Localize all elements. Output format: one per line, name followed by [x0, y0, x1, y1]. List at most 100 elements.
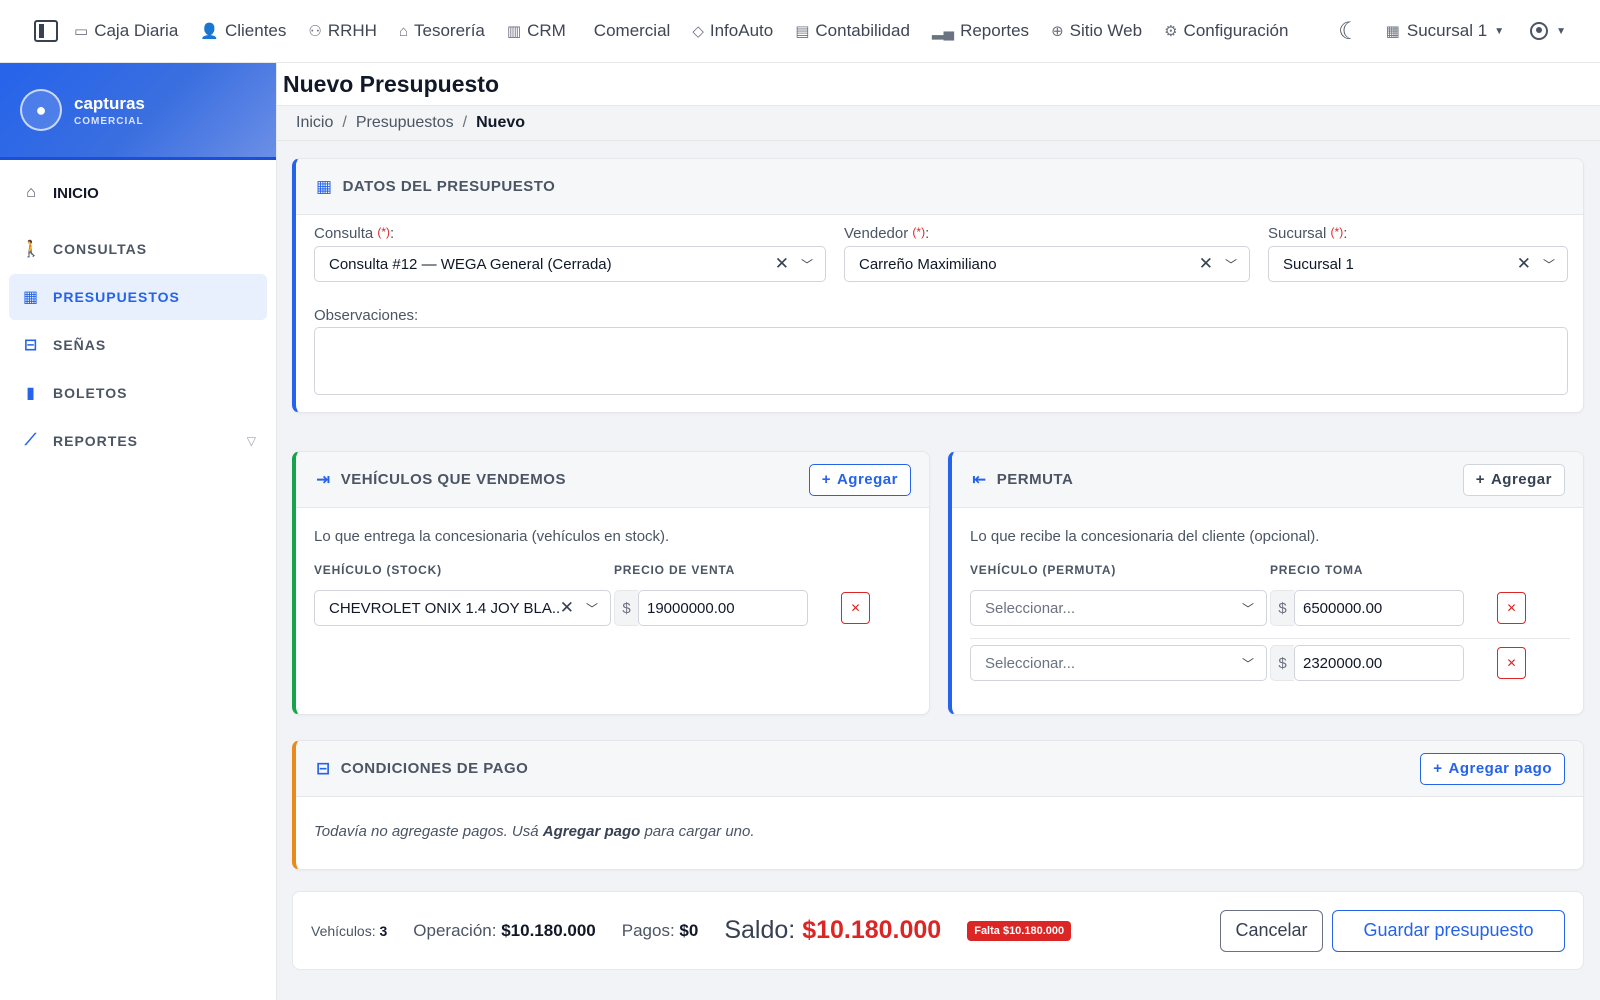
calculator-icon: ▦: [316, 176, 333, 196]
avatar-icon: ●: [20, 89, 62, 131]
clear-icon[interactable]: ✕: [775, 254, 789, 274]
nav-rrhh[interactable]: ⚇ RRHH: [308, 21, 377, 41]
breadcrumb-current: Nuevo: [476, 114, 526, 131]
vendemos-hint: Lo que entrega la concesionaria (vehícul…: [314, 528, 670, 545]
clear-icon[interactable]: ✕: [560, 598, 574, 618]
ledger-icon: ▤: [795, 23, 810, 40]
add-permuta-button[interactable]: + Agregar: [1462, 463, 1565, 496]
remove-row-button[interactable]: ✕: [1497, 592, 1526, 624]
observaciones-textarea[interactable]: [314, 327, 1568, 395]
datos-header: ▦ DATOS DEL PRESUPUESTO: [296, 159, 1583, 215]
chevron-down-icon[interactable]: ﹀: [1543, 256, 1555, 273]
breadcrumb: Inicio / Presupuestos / Nuevo: [277, 105, 1600, 141]
save-button[interactable]: Guardar presupuesto: [1332, 909, 1565, 952]
people-icon: ⚇: [308, 23, 322, 40]
caret-down-icon: ▼: [1556, 25, 1566, 37]
sidebar: ● capturas COMERCIAL ⌂ INICIO 🚶 CONSULTAS …: [0, 63, 277, 1000]
nav-caja-diaria[interactable]: ▭ Caja Diaria: [74, 21, 178, 41]
building-icon: ▦: [1385, 23, 1400, 40]
caret-down-icon: ▼: [1494, 25, 1505, 37]
home-icon: ⌂: [26, 184, 36, 201]
clear-icon[interactable]: ✕: [1517, 254, 1531, 274]
precio-toma-input[interactable]: 2320000.00: [1294, 645, 1464, 681]
bar-chart-icon: ▂▄: [931, 23, 955, 40]
vendedor-select[interactable]: Carreño Maximiliano ✕ ﹀: [844, 246, 1250, 282]
consulta-select[interactable]: Consulta #12 — WEGA General (Cerrada) ✕ …: [314, 246, 826, 282]
vehiculo-stock-select[interactable]: CHEVROLET ONIX 1.4 JOY BLA... ✕ ﹀: [314, 590, 611, 626]
user-menu[interactable]: ▼: [1530, 22, 1566, 40]
sidebar-item-presupuestos[interactable]: ▦ PRESUPUESTOS: [9, 274, 267, 320]
bank-icon: ⌂: [398, 22, 409, 40]
user-circle-icon: [1530, 22, 1549, 40]
consulta-label: Consulta (*):: [314, 225, 395, 242]
precio-toma-field: $ 2320000.00: [1270, 645, 1464, 681]
dark-mode-icon[interactable]: ☾: [1338, 17, 1360, 46]
main-content: Nuevo Presupuesto Inicio / Presupuestos …: [277, 63, 1600, 1000]
plus-icon: +: [1475, 471, 1485, 488]
tag-icon: ◇: [692, 23, 704, 40]
sidebar-item-consultas[interactable]: 🚶 CONSULTAS: [9, 226, 267, 272]
nav-configuracion[interactable]: ⚙ Configuración: [1164, 21, 1288, 41]
sidebar-item-reportes[interactable]: ⟋ REPORTES ▽: [9, 418, 267, 464]
permuta-card: ⇤ PERMUTA + Agregar Lo que recibe la conc…: [948, 451, 1584, 715]
nav-reportes[interactable]: ▂▄ Reportes: [932, 21, 1029, 41]
brand-header: ● capturas COMERCIAL: [0, 63, 276, 160]
chevron-down-icon[interactable]: ﹀: [1225, 256, 1237, 273]
pagos-total: Pagos: $0: [621, 920, 699, 940]
calculator-icon: ▦: [22, 289, 40, 306]
observaciones-label: Observaciones:: [314, 307, 419, 324]
nav-sitio-web[interactable]: ⊕ Sitio Web: [1051, 21, 1142, 41]
nav-tesoreria[interactable]: ⌂ Tesorería: [399, 21, 485, 41]
cash-icon: ▭: [74, 23, 89, 40]
deposit-icon: ⊟: [316, 758, 331, 778]
vehiculo-permuta-select[interactable]: Seleccionar... ﹀: [970, 645, 1267, 681]
brand-name: capturas: [74, 93, 145, 113]
permuta-hint: Lo que recibe la concesionaria del clien…: [970, 528, 1320, 545]
nav-contabilidad[interactable]: ▤ Contabilidad: [795, 21, 910, 41]
branch-selector[interactable]: ▦ Sucursal 1 ▼: [1386, 21, 1504, 41]
car-out-icon: ⇥: [316, 469, 331, 489]
chevron-down-icon: ▽: [246, 434, 257, 448]
vehiculo-permuta-select[interactable]: Seleccionar... ﹀: [970, 590, 1267, 626]
line-chart-icon: ⟋: [24, 432, 38, 449]
top-navbar: ▭ Caja Diaria 👤 Clientes ⚇ RRHH ⌂ Tesorería …: [0, 0, 1600, 63]
sucursal-select[interactable]: Sucursal 1 ✕ ﹀: [1268, 246, 1568, 282]
top-nav: ▭ Caja Diaria 👤 Clientes ⚇ RRHH ⌂ Tesorería …: [74, 21, 1310, 41]
row-divider: [970, 638, 1570, 639]
nav-infoauto[interactable]: ◇ InfoAuto: [692, 21, 773, 41]
brand-subtitle: COMERCIAL: [74, 115, 144, 127]
col-vehiculo-stock: VEHÍCULO (STOCK): [314, 563, 442, 577]
pago-empty-text: Todavía no agregaste pagos. Usá Agregar …: [314, 823, 755, 840]
precio-venta-input[interactable]: 19000000.00: [638, 590, 808, 626]
chevron-down-icon[interactable]: ﹀: [586, 600, 598, 617]
nav-crm[interactable]: ▥ CRM: [507, 21, 566, 41]
chevron-down-icon[interactable]: ﹀: [1242, 655, 1254, 672]
chevron-down-icon[interactable]: ﹀: [801, 256, 813, 273]
gear-icon: ⚙: [1164, 23, 1178, 40]
col-vehiculo-permuta: VEHÍCULO (PERMUTA): [970, 563, 1117, 577]
chevron-down-icon[interactable]: ﹀: [1242, 600, 1254, 617]
nav-comercial[interactable]: Comercial: [594, 21, 671, 41]
cancel-button[interactable]: Cancelar: [1220, 909, 1323, 952]
sidebar-item-boletos[interactable]: ▮ BOLETOS: [9, 370, 267, 416]
page-title: Nuevo Presupuesto: [277, 63, 1600, 105]
vendemos-card: ⇥ VEHÍCULOS QUE VENDEMOS + Agregar Lo que…: [292, 451, 930, 715]
sidebar-item-inicio[interactable]: ⌂ INICIO: [9, 170, 267, 216]
status-badge: Falta $10.180.000: [967, 920, 1072, 941]
add-vehiculo-button[interactable]: + Agregar: [808, 463, 911, 496]
col-precio-venta: PRECIO DE VENTA: [614, 563, 736, 577]
nav-clientes[interactable]: 👤 Clientes: [200, 21, 286, 41]
remove-row-button[interactable]: ✕: [1497, 647, 1526, 679]
sidebar-item-senas[interactable]: ⊟ SEÑAS: [9, 322, 267, 368]
plus-icon: +: [1433, 760, 1443, 777]
remove-row-button[interactable]: ✕: [841, 592, 870, 624]
precio-venta-field: $ 19000000.00: [614, 590, 808, 626]
add-pago-button[interactable]: + Agregar pago: [1420, 752, 1565, 785]
sidebar-toggle-icon[interactable]: [34, 20, 58, 42]
precio-toma-input[interactable]: 6500000.00: [1294, 590, 1464, 626]
breadcrumb-presupuestos[interactable]: Presupuestos: [356, 114, 454, 132]
clear-icon[interactable]: ✕: [1199, 254, 1213, 274]
breadcrumb-inicio[interactable]: Inicio: [296, 114, 333, 132]
saldo-total: Saldo: $10.180.000: [724, 916, 942, 944]
col-precio-toma: PRECIO TOMA: [1270, 563, 1364, 577]
